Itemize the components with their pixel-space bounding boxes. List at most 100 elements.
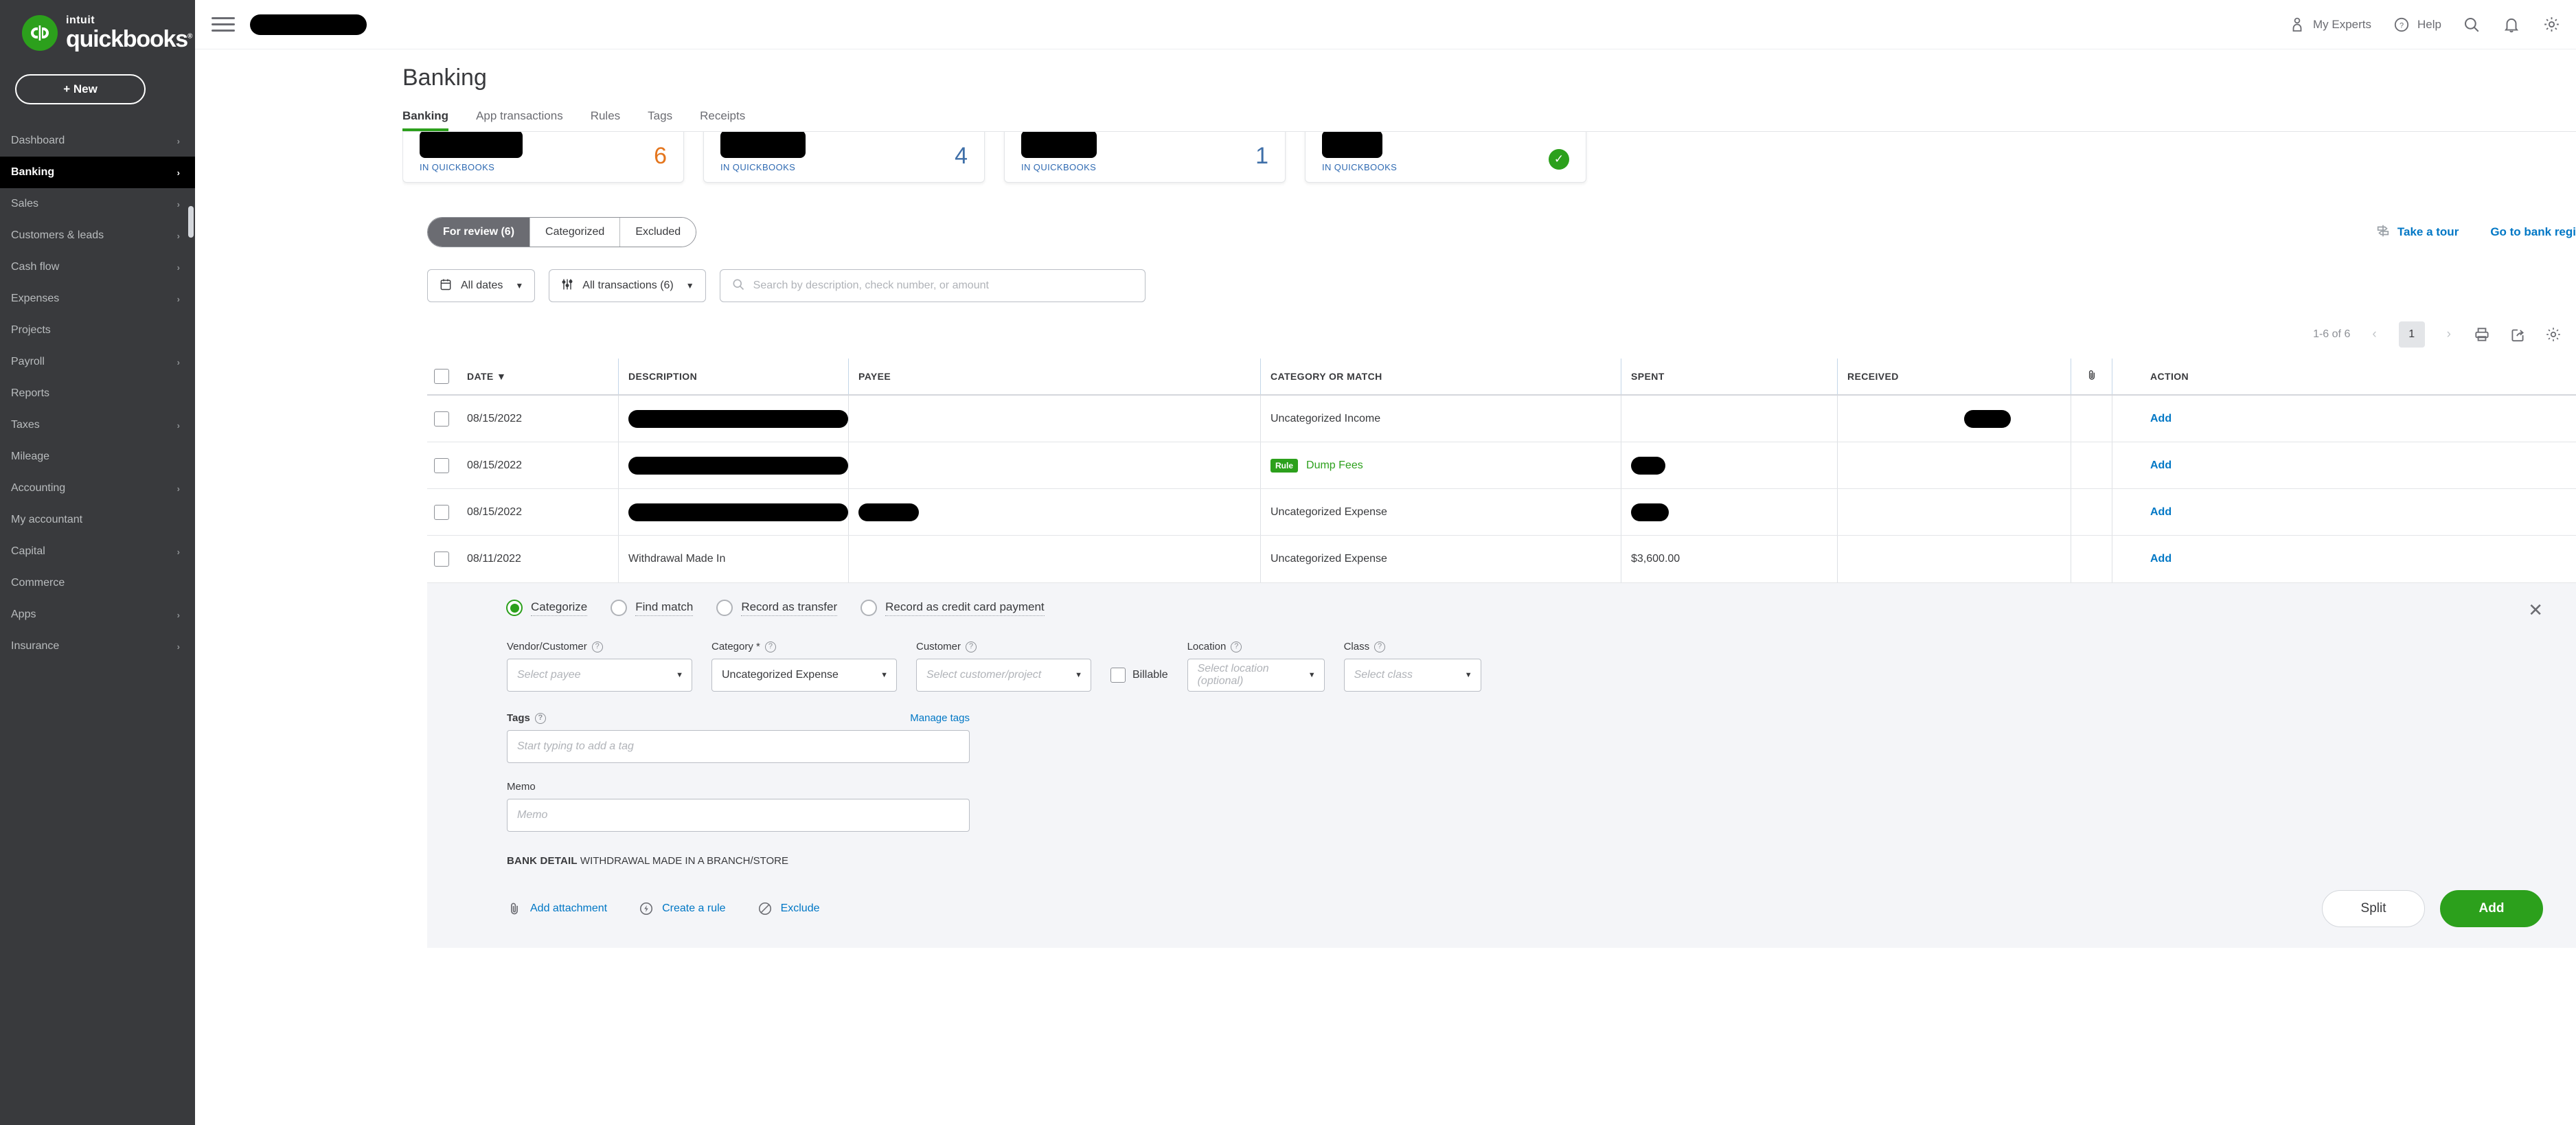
exclude-button[interactable]: Exclude: [757, 901, 820, 916]
tab-receipts[interactable]: Receipts: [700, 109, 745, 131]
table-row[interactable]: 08/15/2022 Uncategorized Expense Add: [427, 489, 2576, 536]
transaction-filter-dropdown[interactable]: All transactions (6) ▼: [549, 269, 706, 302]
add-transaction-link[interactable]: Add: [2150, 459, 2172, 472]
account-card[interactable]: IN QUICKBOOKS 6: [402, 132, 684, 183]
pagination-current-page[interactable]: 1: [2398, 321, 2425, 348]
sidebar-item-customers-leads[interactable]: Customers & leads ›: [0, 220, 195, 251]
billable-checkbox[interactable]: [1110, 668, 1126, 683]
search-icon[interactable]: [2462, 15, 2481, 34]
row-checkbox[interactable]: [434, 457, 449, 473]
category-select[interactable]: Uncategorized Expense ▼: [711, 659, 897, 692]
sidebar-item-commerce[interactable]: Commerce: [0, 567, 195, 599]
sidebar-item-reports[interactable]: Reports: [0, 378, 195, 409]
sidebar-item-capital[interactable]: Capital ›: [0, 536, 195, 567]
account-card[interactable]: IN QUICKBOOKS 1: [1004, 132, 1286, 183]
review-tab-categorized[interactable]: Categorized: [530, 218, 621, 247]
add-button[interactable]: Add: [2440, 890, 2543, 927]
radio-find-match[interactable]: Find match: [611, 600, 694, 616]
tab-rules[interactable]: Rules: [591, 109, 620, 131]
sidebar-item-apps[interactable]: Apps ›: [0, 599, 195, 630]
column-header-payee[interactable]: PAYEE: [848, 359, 1260, 394]
column-header-received[interactable]: RECEIVED: [1837, 359, 2071, 394]
pagination-prev-button[interactable]: ‹: [2368, 327, 2380, 342]
table-row[interactable]: 08/15/2022 Uncategorized Income Add: [427, 396, 2576, 442]
help-icon[interactable]: ?: [1231, 641, 1242, 652]
help-icon[interactable]: ?: [591, 641, 603, 652]
sidebar-item-payroll[interactable]: Payroll ›: [0, 346, 195, 378]
quickbooks-logo[interactable]: intuit quickbooks®: [0, 0, 195, 59]
sidebar-item-banking[interactable]: Banking ›: [0, 157, 195, 188]
help-icon[interactable]: ?: [534, 712, 546, 724]
sidebar-item-projects[interactable]: Projects: [0, 315, 195, 346]
split-button[interactable]: Split: [2322, 890, 2425, 927]
row-checkbox[interactable]: [434, 411, 449, 427]
sidebar-item-insurance[interactable]: Insurance ›: [0, 630, 195, 662]
radio-record-as-transfer[interactable]: Record as transfer: [716, 600, 838, 616]
sidebar-item-sales[interactable]: Sales ›: [0, 188, 195, 220]
radio-categorize[interactable]: Categorize: [506, 600, 588, 616]
sidebar-item-my-accountant[interactable]: My accountant: [0, 504, 195, 536]
menu-toggle-icon[interactable]: [212, 17, 235, 32]
settings-gear-icon[interactable]: [2542, 15, 2561, 34]
sidebar-item-expenses[interactable]: Expenses ›: [0, 283, 195, 315]
notifications-bell-icon[interactable]: [2502, 15, 2521, 34]
help-icon[interactable]: ?: [966, 641, 977, 652]
customer-select[interactable]: Select customer/project ▼: [916, 659, 1091, 692]
my-experts-button[interactable]: My Experts: [2288, 15, 2371, 34]
sidebar-scroll-indicator[interactable]: [188, 206, 194, 238]
export-icon[interactable]: [2509, 326, 2527, 343]
radio-button[interactable]: [506, 600, 523, 616]
help-button[interactable]: ? Help: [2392, 15, 2441, 34]
billable-checkbox-group[interactable]: Billable: [1110, 668, 1168, 692]
take-a-tour-button[interactable]: Take a tour: [2375, 223, 2459, 242]
column-header-category[interactable]: CATEGORY OR MATCH: [1260, 359, 1621, 394]
sidebar-item-accounting[interactable]: Accounting ›: [0, 473, 195, 504]
tab-banking[interactable]: Banking: [402, 109, 448, 131]
manage-tags-link[interactable]: Manage tags: [910, 712, 970, 724]
review-tab-for-review-6[interactable]: For review (6): [428, 218, 531, 247]
table-settings-gear-icon[interactable]: [2544, 326, 2562, 343]
new-button[interactable]: + New: [15, 74, 146, 104]
class-select[interactable]: Select class ▼: [1343, 659, 1481, 692]
sidebar-item-cash-flow[interactable]: Cash flow ›: [0, 251, 195, 283]
sidebar-item-mileage[interactable]: Mileage: [0, 441, 195, 473]
sidebar-item-taxes[interactable]: Taxes ›: [0, 409, 195, 441]
column-header-description[interactable]: DESCRIPTION: [618, 359, 848, 394]
select-all-checkbox[interactable]: [434, 369, 449, 384]
pagination-next-button[interactable]: ›: [2443, 327, 2455, 342]
radio-button[interactable]: [860, 600, 878, 616]
add-transaction-link[interactable]: Add: [2150, 553, 2172, 565]
row-checkbox[interactable]: [434, 552, 449, 567]
add-attachment-button[interactable]: Add attachment: [507, 901, 607, 916]
radio-button[interactable]: [716, 600, 733, 616]
go-to-bank-register-link[interactable]: Go to bank regi: [2490, 225, 2576, 239]
tags-input[interactable]: Start typing to add a tag: [507, 730, 970, 763]
location-select[interactable]: Select location (optional) ▼: [1187, 659, 1325, 692]
radio-record-as-credit-card-payment[interactable]: Record as credit card payment: [860, 600, 1045, 616]
help-icon[interactable]: ?: [1374, 641, 1386, 652]
radio-button[interactable]: [611, 600, 628, 616]
column-header-spent[interactable]: SPENT: [1621, 359, 1837, 394]
category-link[interactable]: Dump Fees: [1306, 459, 1363, 472]
add-transaction-link[interactable]: Add: [2150, 506, 2172, 519]
close-panel-icon[interactable]: ✕: [2528, 601, 2543, 619]
table-row[interactable]: 08/11/2022 Withdrawal Made In Uncategorize…: [427, 536, 2576, 582]
tab-app-transactions[interactable]: App transactions: [476, 109, 563, 131]
date-filter-dropdown[interactable]: All dates ▼: [427, 269, 536, 302]
row-checkbox[interactable]: [434, 504, 449, 520]
account-card[interactable]: IN QUICKBOOKS ✓: [1305, 132, 1586, 183]
print-icon[interactable]: [2473, 326, 2491, 343]
search-box[interactable]: [719, 269, 1145, 302]
help-icon[interactable]: ?: [764, 641, 776, 652]
vendor-customer-select[interactable]: Select payee ▼: [507, 659, 692, 692]
add-transaction-link[interactable]: Add: [2150, 413, 2172, 425]
column-header-date[interactable]: DATE ▼: [467, 371, 618, 382]
memo-input[interactable]: Memo: [507, 799, 970, 832]
table-row[interactable]: 08/15/2022 Rule Dump Fees Add: [427, 442, 2576, 489]
tab-tags[interactable]: Tags: [648, 109, 672, 131]
create-a-rule-button[interactable]: Create a rule: [639, 901, 726, 916]
search-input[interactable]: [753, 280, 1134, 292]
sidebar-item-dashboard[interactable]: Dashboard ›: [0, 125, 195, 157]
account-card[interactable]: IN QUICKBOOKS 4: [703, 132, 985, 183]
review-tab-excluded[interactable]: Excluded: [620, 218, 696, 247]
